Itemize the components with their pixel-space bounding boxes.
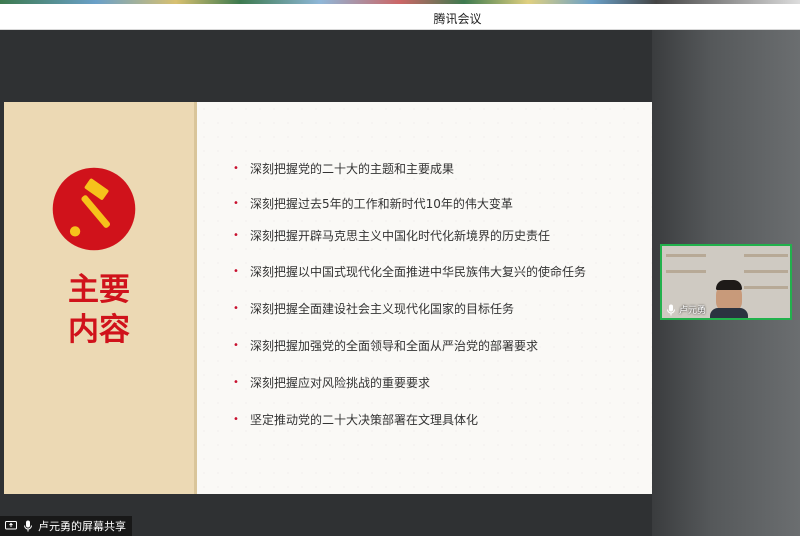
bullet-dot-icon: • xyxy=(233,340,239,351)
participant-video-tile[interactable]: 卢元勇 xyxy=(660,244,792,320)
screen-share-label: 卢元勇的屏幕共享 xyxy=(38,520,126,533)
bullet-dot-icon: • xyxy=(233,414,239,425)
microphone-icon xyxy=(21,519,35,533)
bullet-text: 坚定推动党的二十大决策部署在文理具体化 xyxy=(250,413,479,427)
bullet-dot-icon: • xyxy=(233,266,239,277)
slide-title: 主要 内容 xyxy=(4,270,194,350)
meeting-titlebar: 腾讯会议 xyxy=(0,4,800,30)
bullet-text: 深刻把握过去5年的工作和新时代10年的伟大变革 xyxy=(250,197,513,211)
slide-title-line2: 内容 xyxy=(68,312,130,348)
background-shelf xyxy=(744,270,788,273)
window-title: 腾讯会议 xyxy=(433,12,482,26)
bullet-dot-icon: • xyxy=(233,303,239,314)
bullet-text: 深刻把握以中国式现代化全面推进中华民族伟大复兴的使命任务 xyxy=(250,265,587,279)
bullet-dot-icon: • xyxy=(233,163,239,174)
slide-bullet: • 深刻把握加强党的全面领导和全面从严治党的部署要求 xyxy=(233,337,538,354)
slide-bullet: • 深刻把握过去5年的工作和新时代10年的伟大变革 xyxy=(233,195,513,212)
screen-share-icon xyxy=(4,519,18,533)
bullet-text: 深刻把握开辟马克思主义中国化时代化新境界的历史责任 xyxy=(250,229,551,243)
participant-name-tag: 卢元勇 xyxy=(666,303,706,316)
background-shelf xyxy=(744,254,788,257)
presentation-slide: 主要 内容 • 深刻把握党的二十大的主题和主要成果 • 深刻把握过去5年的工作和新时… xyxy=(4,102,652,494)
bullet-text: 深刻把握加强党的全面领导和全面从严治党的部署要求 xyxy=(250,339,539,353)
participant-shirt xyxy=(710,308,748,318)
party-emblem-icon xyxy=(52,167,136,251)
background-shelf xyxy=(666,254,706,257)
microphone-icon xyxy=(667,304,675,315)
bullet-text: 深刻把握应对风险挑战的重要要求 xyxy=(250,376,431,390)
slide-bullet: • 深刻把握应对风险挑战的重要要求 xyxy=(233,374,430,391)
bullet-dot-icon: • xyxy=(233,377,239,388)
participant-hair xyxy=(716,280,742,290)
screen-share-indicator: 卢元勇的屏幕共享 xyxy=(0,516,132,536)
slide-bullet: • 深刻把握开辟马克思主义中国化时代化新境界的历史责任 xyxy=(233,227,550,244)
shared-screen-area: 主要 内容 • 深刻把握党的二十大的主题和主要成果 • 深刻把握过去5年的工作和新时… xyxy=(4,30,652,536)
slide-left-panel: 主要 内容 xyxy=(4,102,194,494)
slide-content-panel: • 深刻把握党的二十大的主题和主要成果 • 深刻把握过去5年的工作和新时代10年的伟… xyxy=(197,102,652,494)
slide-bullet: • 深刻把握全面建设社会主义现代化国家的目标任务 xyxy=(233,300,514,317)
bullet-dot-icon: • xyxy=(233,230,239,241)
background-shelf xyxy=(744,286,788,289)
bullet-dot-icon: • xyxy=(233,198,239,209)
background-shelf xyxy=(666,270,706,273)
bullet-text: 深刻把握全面建设社会主义现代化国家的目标任务 xyxy=(250,302,515,316)
slide-bullet: • 深刻把握党的二十大的主题和主要成果 xyxy=(233,160,454,177)
slide-bullet: • 坚定推动党的二十大决策部署在文理具体化 xyxy=(233,411,478,428)
slide-title-line1: 主要 xyxy=(68,272,130,308)
slide-bullet: • 深刻把握以中国式现代化全面推进中华民族伟大复兴的使命任务 xyxy=(233,263,586,280)
bullet-text: 深刻把握党的二十大的主题和主要成果 xyxy=(250,162,455,176)
participant-name: 卢元勇 xyxy=(679,306,707,316)
